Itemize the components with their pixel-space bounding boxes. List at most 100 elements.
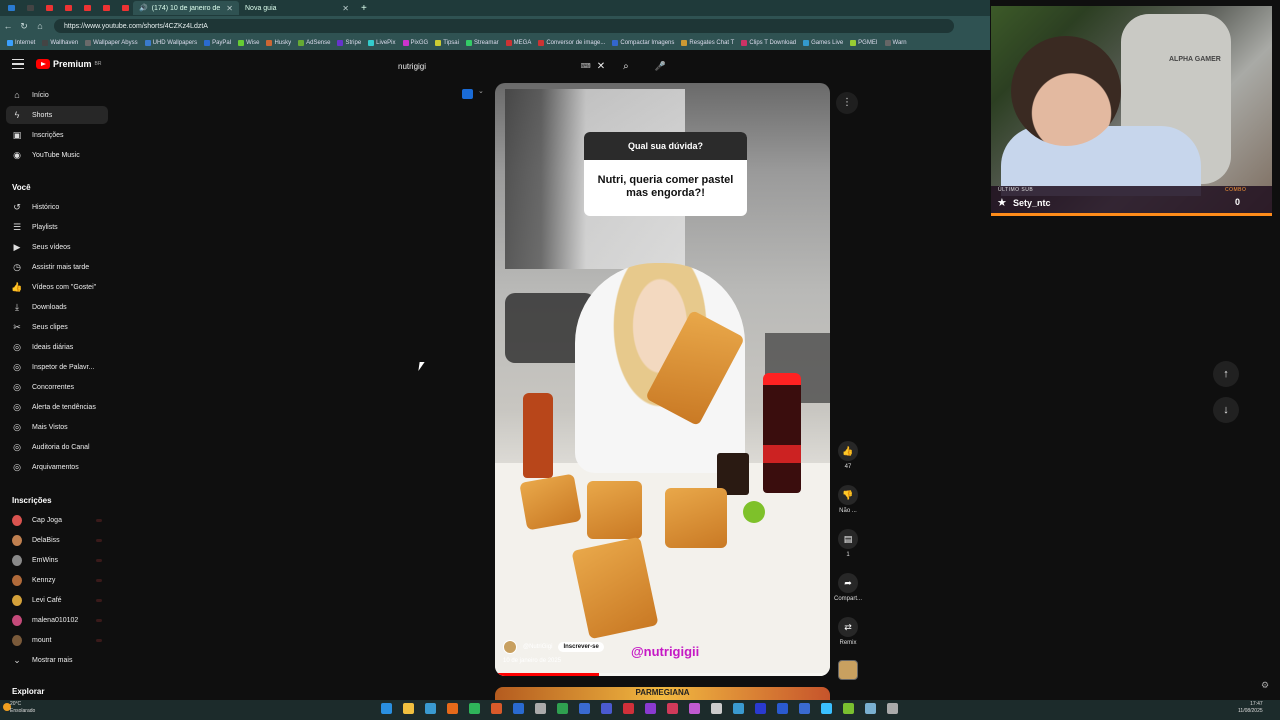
bookmark-item[interactable]: Wise (238, 40, 259, 46)
previous-short-button[interactable]: ↑ (1213, 361, 1239, 387)
chevron-down-icon[interactable]: ⌄ (478, 87, 484, 95)
search-icon[interactable]: ⌕ (623, 61, 629, 72)
extension-badge-icon[interactable] (462, 89, 473, 99)
bookmark-item[interactable]: Streamar (465, 40, 499, 46)
bookmark-item[interactable]: Conversor de image... (538, 40, 605, 46)
taskbar-app-icon[interactable] (777, 703, 788, 714)
sidebar-item[interactable]: Kennzy (6, 571, 108, 589)
weather-widget[interactable]: 20°C Ensolarado (10, 701, 35, 715)
sidebar-item[interactable]: ◎ Ideais diárias (6, 338, 108, 356)
bookmark-item[interactable]: Clips T Download (741, 40, 796, 46)
sidebar-item[interactable]: mount (6, 631, 108, 649)
short-video-player[interactable]: Qual sua dúvida? Nutri, queria comer pas… (495, 83, 830, 676)
sidebar-item[interactable]: Levi Café (6, 591, 108, 609)
taskbar-app-icon[interactable] (689, 703, 700, 714)
channel-name[interactable]: @NutriGigi (523, 644, 552, 650)
pinned-tab[interactable] (117, 2, 133, 14)
taskbar-app-icon[interactable] (799, 703, 810, 714)
tab-youtube[interactable]: 🔊 (174) 10 de janeiro de 2025 ✕ (133, 1, 239, 15)
taskbar-app-icon[interactable] (623, 703, 634, 714)
sidebar-item[interactable]: ◎ Mais Vistos (6, 418, 108, 436)
bookmark-item[interactable]: MEGA (505, 40, 531, 46)
youtube-logo[interactable]: Premium BR (36, 59, 101, 69)
pinned-tab[interactable] (79, 2, 95, 14)
sidebar-item[interactable]: ▶ Seus vídeos (6, 238, 108, 256)
progress-bar[interactable] (495, 673, 830, 676)
bookmark-item[interactable]: Games Live (803, 40, 843, 46)
sidebar-section-explore[interactable]: Explorar (12, 687, 44, 696)
taskbar-app-icon[interactable] (755, 703, 766, 714)
taskbar-app-icon[interactable] (425, 703, 436, 714)
bookmark-item[interactable]: Resgates Chat T (681, 40, 734, 46)
sidebar-item[interactable]: ✂ Seus clipes (6, 318, 108, 336)
clear-search-icon[interactable]: ✕ (597, 61, 605, 72)
system-clock[interactable]: 17:47 11/08/2025 (1238, 701, 1263, 715)
share-button[interactable]: ➦ Compart... (830, 573, 866, 602)
taskbar-app-icon[interactable] (865, 703, 876, 714)
pinned-tab[interactable] (41, 2, 57, 14)
sidebar-item[interactable]: ▣ Inscrições (6, 126, 108, 144)
channel-avatar[interactable] (503, 640, 517, 654)
sidebar-item[interactable]: ⤓ Downloads (6, 298, 108, 316)
bookmark-item[interactable]: PGMEI (850, 40, 878, 46)
pinned-tab[interactable] (3, 2, 19, 14)
pinned-tab[interactable] (60, 2, 76, 14)
close-tab-icon[interactable]: ✕ (342, 4, 349, 13)
sidebar-item[interactable]: ◎ Inspetor de Palavr... (6, 358, 108, 376)
bookmark-item[interactable]: PixGG (402, 40, 428, 46)
pinned-tab[interactable] (22, 2, 38, 14)
settings-icon[interactable]: ⚙ (1261, 680, 1269, 691)
tab-new[interactable]: Nova guia ✕ (239, 1, 355, 15)
subscribe-button[interactable]: Inscrever-se (558, 642, 604, 652)
sidebar-item[interactable]: ◎ Auditoria do Canal (6, 438, 108, 456)
bookmark-item[interactable]: UHD Wallpapers (144, 40, 197, 46)
back-icon[interactable]: ← (0, 21, 16, 31)
pinned-tab[interactable] (98, 2, 114, 14)
taskbar-app-icon[interactable] (535, 703, 546, 714)
taskbar-app-icon[interactable] (645, 703, 656, 714)
taskbar-app-icon[interactable] (843, 703, 854, 714)
dislike-button[interactable]: 👎 Não ... (830, 485, 866, 514)
taskbar-app-icon[interactable] (513, 703, 524, 714)
bookmark-item[interactable]: Tipsai (435, 40, 459, 46)
sidebar-item[interactable]: malena010102 (6, 611, 108, 629)
bookmark-item[interactable]: Wallhaven (42, 40, 78, 46)
home-icon[interactable]: ⌂ (32, 21, 48, 31)
sidebar-item[interactable]: ⌄ Mostrar mais (6, 651, 108, 669)
bookmark-item[interactable]: Husky (266, 40, 291, 46)
bookmark-item[interactable]: Wallpaper Abyss (85, 40, 138, 46)
reload-icon[interactable]: ↻ (16, 21, 32, 32)
taskbar-app-icon[interactable] (469, 703, 480, 714)
sidebar-item[interactable]: ☰ Playlists (6, 218, 108, 236)
url-field[interactable]: https://www.youtube.com/shorts/4CZKz4Ldz… (54, 19, 954, 33)
comments-button[interactable]: ▤ 1 (830, 529, 866, 558)
taskbar-app-icon[interactable] (381, 703, 392, 714)
sidebar-item[interactable]: ⌂ Início (6, 86, 108, 104)
more-options-icon[interactable]: ⋮ (836, 92, 858, 114)
close-tab-icon[interactable]: ✕ (226, 4, 233, 13)
sidebar-item[interactable]: ◉ YouTube Music (6, 146, 108, 164)
like-button[interactable]: 👍 47 (830, 441, 866, 470)
taskbar-app-icon[interactable] (667, 703, 678, 714)
remix-button[interactable]: ⇄ Remix (830, 617, 866, 646)
sidebar-item[interactable]: ◎ Alerta de tendências (6, 398, 108, 416)
sound-avatar[interactable] (838, 660, 858, 680)
taskbar-app-icon[interactable] (887, 703, 898, 714)
taskbar-app-icon[interactable] (579, 703, 590, 714)
bookmark-item[interactable]: LivePix (368, 40, 396, 46)
search-input[interactable]: nutrigigi (398, 62, 581, 71)
sidebar-item[interactable]: DelaBiss (6, 531, 108, 549)
sidebar-item[interactable]: ◎ Arquivamentos (6, 458, 108, 476)
taskbar-app-icon[interactable] (557, 703, 568, 714)
sidebar-item[interactable]: ◎ Concorrentes (6, 378, 108, 396)
taskbar-app-icon[interactable] (733, 703, 744, 714)
sidebar-item[interactable]: ◷ Assistir mais tarde (6, 258, 108, 276)
bookmark-item[interactable]: Compactar Imagens (612, 40, 674, 46)
taskbar-app-icon[interactable] (601, 703, 612, 714)
sidebar-section-subscriptions[interactable]: Inscrições (12, 496, 52, 505)
sidebar-item[interactable]: ↺ Histórico (6, 198, 108, 216)
new-tab-icon[interactable]: + (361, 3, 367, 14)
sidebar-item[interactable]: ϟ Shorts (6, 106, 108, 124)
bookmark-item[interactable]: PayPal (204, 40, 231, 46)
bookmark-item[interactable]: AdSense (298, 40, 330, 46)
